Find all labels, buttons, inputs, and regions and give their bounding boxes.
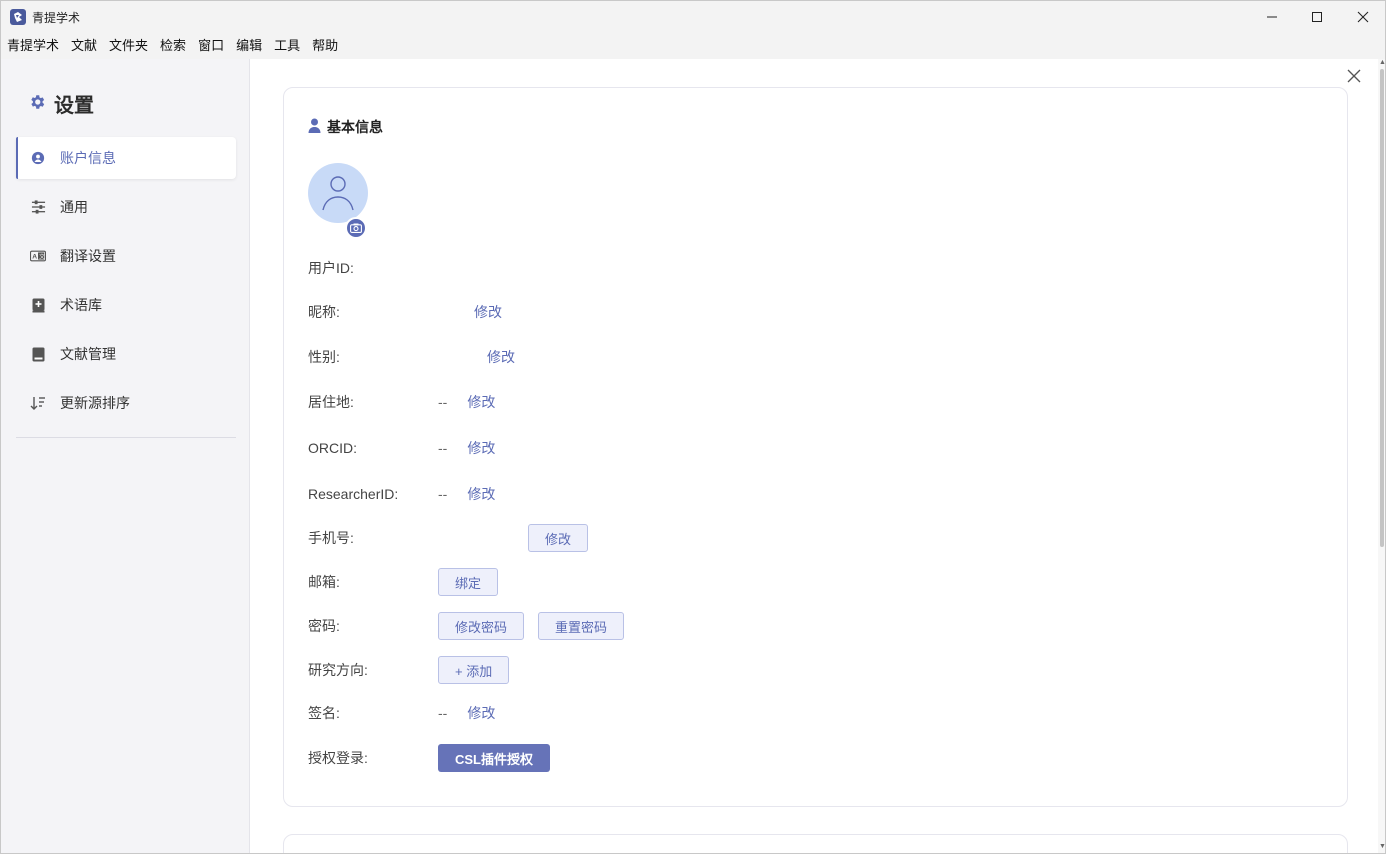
sidebar-item-label: 更新源排序 (60, 395, 130, 411)
auth-login-label: 授权登录: (308, 750, 368, 766)
reset-password-button[interactable]: 重置密码 (538, 612, 625, 640)
sidebar-item-literature-management[interactable]: 文献管理 (16, 333, 236, 375)
menu-edit[interactable]: 编辑 (236, 33, 262, 59)
window-title: 青提学术 (32, 11, 81, 25)
svg-text:A: A (32, 254, 37, 261)
menu-folder[interactable]: 文件夹 (109, 33, 148, 59)
nickname-row: 昵称: 修改 (308, 300, 502, 324)
app-window: 青提学术 青提学术 文献 文件夹 检索 窗口 编辑 工具 帮助 设置 账户信息 … (0, 0, 1386, 854)
sidebar-item-label: 通用 (60, 199, 88, 215)
scrollbar[interactable]: ▲ ▼ (1378, 59, 1385, 853)
gender-label: 性别: (308, 349, 340, 365)
menu-help[interactable]: 帮助 (312, 33, 338, 59)
book-icon (30, 346, 46, 362)
sidebar-divider (16, 437, 236, 438)
sort-icon (30, 395, 46, 411)
signature-row: 签名: -- 修改 (308, 701, 495, 725)
edit-researcher-id-link[interactable]: 修改 (467, 484, 495, 504)
change-password-button[interactable]: 修改密码 (438, 612, 525, 640)
scroll-thumb[interactable] (1380, 69, 1384, 547)
translate-icon: A文 (30, 248, 46, 264)
card-title: 基本信息 (327, 119, 383, 135)
menu-literature[interactable]: 文献 (71, 33, 97, 59)
svg-text:文: 文 (39, 252, 45, 260)
sidebar-item-label: 翻译设置 (60, 248, 116, 264)
title-bar: 青提学术 (1, 1, 1385, 33)
signature-value: -- (438, 705, 448, 721)
residence-row: 居住地: -- 修改 (308, 390, 495, 414)
orcid-value: -- (438, 440, 448, 456)
user-id-row: 用户ID: (308, 256, 438, 280)
edit-signature-link[interactable]: 修改 (467, 703, 495, 723)
maximize-button[interactable] (1294, 1, 1340, 33)
scroll-up-icon[interactable]: ▲ (1379, 59, 1385, 66)
residence-label: 居住地: (308, 394, 354, 410)
menu-app[interactable]: 青提学术 (7, 33, 59, 59)
scroll-down-icon[interactable]: ▼ (1379, 843, 1385, 850)
settings-title: 设置 (54, 95, 94, 117)
minimize-button[interactable] (1249, 1, 1295, 33)
residence-value: -- (438, 394, 448, 410)
sidebar-item-label: 文献管理 (60, 346, 116, 362)
orcid-row: ORCID: -- 修改 (308, 436, 495, 460)
glossary-icon (30, 297, 46, 313)
app-logo-icon (10, 9, 26, 25)
sliders-icon (30, 199, 46, 215)
auth-login-row: 授权登录: CSL插件授权 (308, 744, 551, 772)
settings-nav: 账户信息 通用 A文 翻译设置 术语库 文献管理 更新源排序 (16, 137, 236, 431)
settings-sidebar: 设置 账户信息 通用 A文 翻译设置 术语库 文献管理 更新源排序 (1, 59, 250, 853)
gear-icon (28, 93, 46, 114)
menu-tools[interactable]: 工具 (274, 33, 300, 59)
add-research-direction-button[interactable]: + 添加 (438, 656, 510, 684)
researcher-id-label: ResearcherID: (308, 486, 399, 502)
edit-phone-button[interactable]: 修改 (528, 524, 589, 552)
sidebar-item-label: 术语库 (60, 297, 102, 313)
edit-gender-link[interactable]: 修改 (487, 347, 515, 367)
user-id-label: 用户ID: (308, 260, 354, 276)
menu-window[interactable]: 窗口 (198, 33, 224, 59)
user-outline-icon (322, 176, 354, 211)
sidebar-item-source-sort[interactable]: 更新源排序 (16, 382, 236, 424)
settings-content: 基本信息 用户ID: 昵称: 修改 性别: 修改 居住地: -- 修改 ORCI… (251, 59, 1379, 853)
researcher-id-value: -- (438, 486, 448, 502)
email-label: 邮箱: (308, 574, 340, 590)
menu-bar: 青提学术 文献 文件夹 检索 窗口 编辑 工具 帮助 (1, 33, 1385, 59)
sidebar-item-translation[interactable]: A文 翻译设置 (16, 235, 236, 277)
next-card (283, 834, 1348, 853)
close-settings-icon[interactable] (1345, 67, 1363, 85)
edit-orcid-link[interactable]: 修改 (467, 438, 495, 458)
close-window-button[interactable] (1340, 1, 1385, 33)
sidebar-item-account[interactable]: 账户信息 (16, 137, 236, 179)
researcher-id-row: ResearcherID: -- 修改 (308, 482, 495, 506)
gender-row: 性别: 修改 (308, 345, 515, 369)
avatar[interactable] (308, 163, 368, 223)
phone-row: 手机号: 修改 (308, 524, 602, 552)
menu-search[interactable]: 检索 (160, 33, 186, 59)
settings-heading: 设置 (28, 89, 94, 118)
user-circle-icon (30, 150, 46, 166)
sidebar-item-general[interactable]: 通用 (16, 186, 236, 228)
edit-residence-link[interactable]: 修改 (467, 392, 495, 412)
bind-email-button[interactable]: 绑定 (438, 568, 499, 596)
edit-nickname-link[interactable]: 修改 (474, 302, 502, 322)
sidebar-item-glossary[interactable]: 术语库 (16, 284, 236, 326)
camera-icon[interactable] (345, 217, 367, 239)
csl-plugin-auth-button[interactable]: CSL插件授权 (438, 744, 551, 772)
signature-label: 签名: (308, 705, 340, 721)
person-icon (308, 118, 321, 136)
research-direction-row: 研究方向: + 添加 (308, 656, 523, 684)
research-direction-label: 研究方向: (308, 662, 368, 678)
email-row: 邮箱: 绑定 (308, 568, 512, 596)
orcid-label: ORCID: (308, 440, 357, 456)
password-label: 密码: (308, 618, 340, 634)
sidebar-item-label: 账户信息 (60, 150, 116, 166)
basic-info-card: 基本信息 用户ID: 昵称: 修改 性别: 修改 居住地: -- 修改 ORCI… (283, 87, 1348, 807)
card-header: 基本信息 (308, 117, 383, 137)
password-row: 密码: 修改密码 重置密码 (308, 612, 638, 640)
nickname-label: 昵称: (308, 304, 340, 320)
phone-label: 手机号: (308, 530, 354, 546)
